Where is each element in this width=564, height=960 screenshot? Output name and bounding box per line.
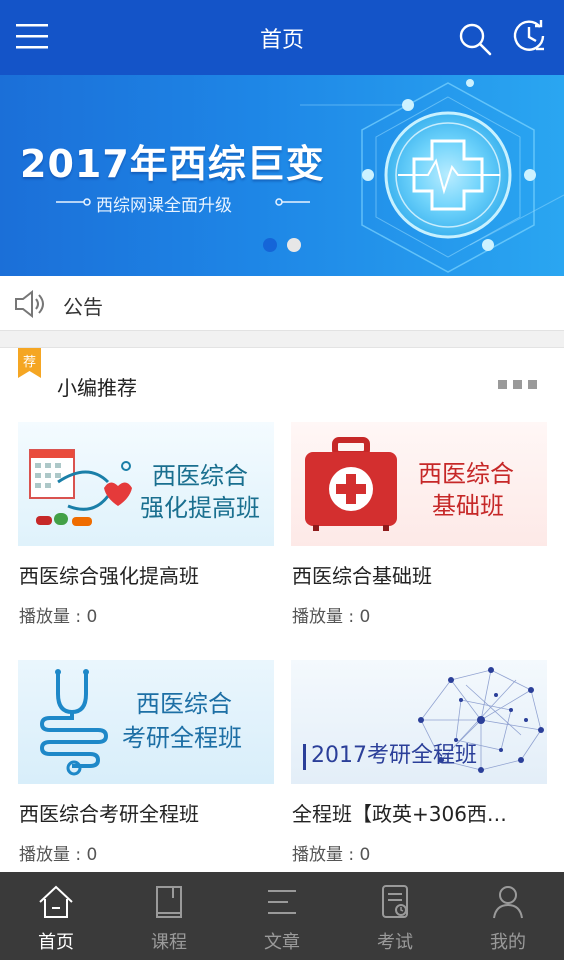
thumbnail-title-line1: 西医综合	[136, 690, 232, 718]
book-icon	[156, 886, 182, 918]
thumbnail-title-line2: 强化提高班	[140, 494, 260, 522]
notice-label: 公告	[63, 295, 103, 319]
course-name: 西医综合基础班	[292, 564, 432, 588]
nav-label: 文章	[264, 932, 300, 953]
app-screen: 首页 2017年西综巨变 西综网课全面升级 公告 荐 小编推荐 西医综合 强化提…	[0, 0, 564, 960]
promo-banner[interactable]: 2017年西综巨变 西综网课全面升级	[0, 75, 564, 276]
recommend-badge: 荐	[18, 348, 41, 378]
clock-history-icon	[513, 20, 545, 51]
course-thumbnail: 西医综合 考研全程班	[18, 660, 274, 784]
more-dots-icon	[498, 380, 507, 389]
search-button[interactable]	[456, 20, 494, 58]
nav-label: 首页	[38, 932, 74, 953]
play-count: 播放量 : 0	[19, 607, 98, 627]
carousel-dot-2[interactable]	[287, 238, 301, 252]
nav-item-home[interactable]: 首页	[0, 872, 112, 960]
stethoscope-icon	[39, 669, 109, 776]
notice-bar[interactable]: 公告	[0, 276, 564, 331]
course-thumbnail: 2017考研全程班	[291, 660, 547, 784]
course-card[interactable]: 西医综合 强化提高班 西医综合强化提高班 播放量 : 0	[18, 422, 274, 632]
more-button[interactable]	[496, 378, 540, 392]
thumbnail-title-line2: 考研全程班	[122, 724, 242, 752]
course-name: 西医综合强化提高班	[19, 564, 199, 588]
user-icon	[493, 886, 523, 919]
thumbnail-title: 2017考研全程班	[311, 743, 477, 768]
bottom-navigation: 首页 课程 文章 考试 我的	[0, 872, 564, 960]
course-thumbnail: 西医综合 强化提高班	[18, 422, 274, 546]
nav-label: 我的	[490, 932, 526, 953]
course-card[interactable]: 西医综合 基础班 西医综合基础班 播放量 : 0	[291, 422, 547, 632]
course-card[interactable]: 2017考研全程班 全程班【政英+306西… 播放量 : 0	[291, 660, 547, 870]
decorative-line-right	[275, 198, 310, 206]
home-icon	[39, 885, 73, 918]
recommend-badge-text: 荐	[22, 355, 36, 370]
play-count: 播放量 : 0	[292, 845, 371, 865]
search-icon	[459, 23, 492, 56]
course-name: 西医综合考研全程班	[19, 802, 199, 826]
course-card[interactable]: 西医综合 考研全程班 西医综合考研全程班 播放量 : 0	[18, 660, 274, 870]
more-dots-icon	[513, 380, 522, 389]
section-divider	[0, 331, 564, 348]
thumbnail-title-line1: 西医综合	[418, 460, 514, 488]
thumbnail-title-line2: 基础班	[432, 492, 504, 520]
medical-calendar-icon	[29, 449, 132, 526]
top-app-bar: 首页	[0, 0, 564, 75]
section-title: 小编推荐	[57, 376, 137, 400]
carousel-dot-1[interactable]	[263, 238, 277, 252]
nav-item-courses[interactable]: 课程	[113, 872, 225, 960]
banner-headline: 2017年西综巨变	[20, 142, 325, 186]
play-count: 播放量 : 0	[292, 607, 371, 627]
thumbnail-title-line1: 西医综合	[152, 462, 248, 490]
nav-label: 考试	[377, 932, 413, 953]
nav-item-articles[interactable]: 文章	[226, 872, 338, 960]
banner-subline-group: 西综网课全面升级	[56, 191, 310, 216]
decorative-line-left	[56, 198, 91, 206]
speaker-icon	[15, 290, 44, 318]
first-aid-kit-icon	[305, 437, 397, 531]
exam-clipboard-icon	[382, 885, 408, 918]
nav-item-profile[interactable]: 我的	[452, 872, 564, 960]
nav-label: 课程	[151, 932, 187, 953]
nav-item-exam[interactable]: 考试	[339, 872, 451, 960]
article-lines-icon	[268, 890, 296, 914]
course-thumbnail: 西医综合 基础班	[291, 422, 547, 546]
banner-subline: 西综网课全面升级	[96, 196, 232, 216]
more-dots-icon	[528, 380, 537, 389]
history-button[interactable]	[510, 17, 548, 55]
course-name: 全程班【政英+306西…	[292, 802, 507, 826]
play-count: 播放量 : 0	[19, 845, 98, 865]
